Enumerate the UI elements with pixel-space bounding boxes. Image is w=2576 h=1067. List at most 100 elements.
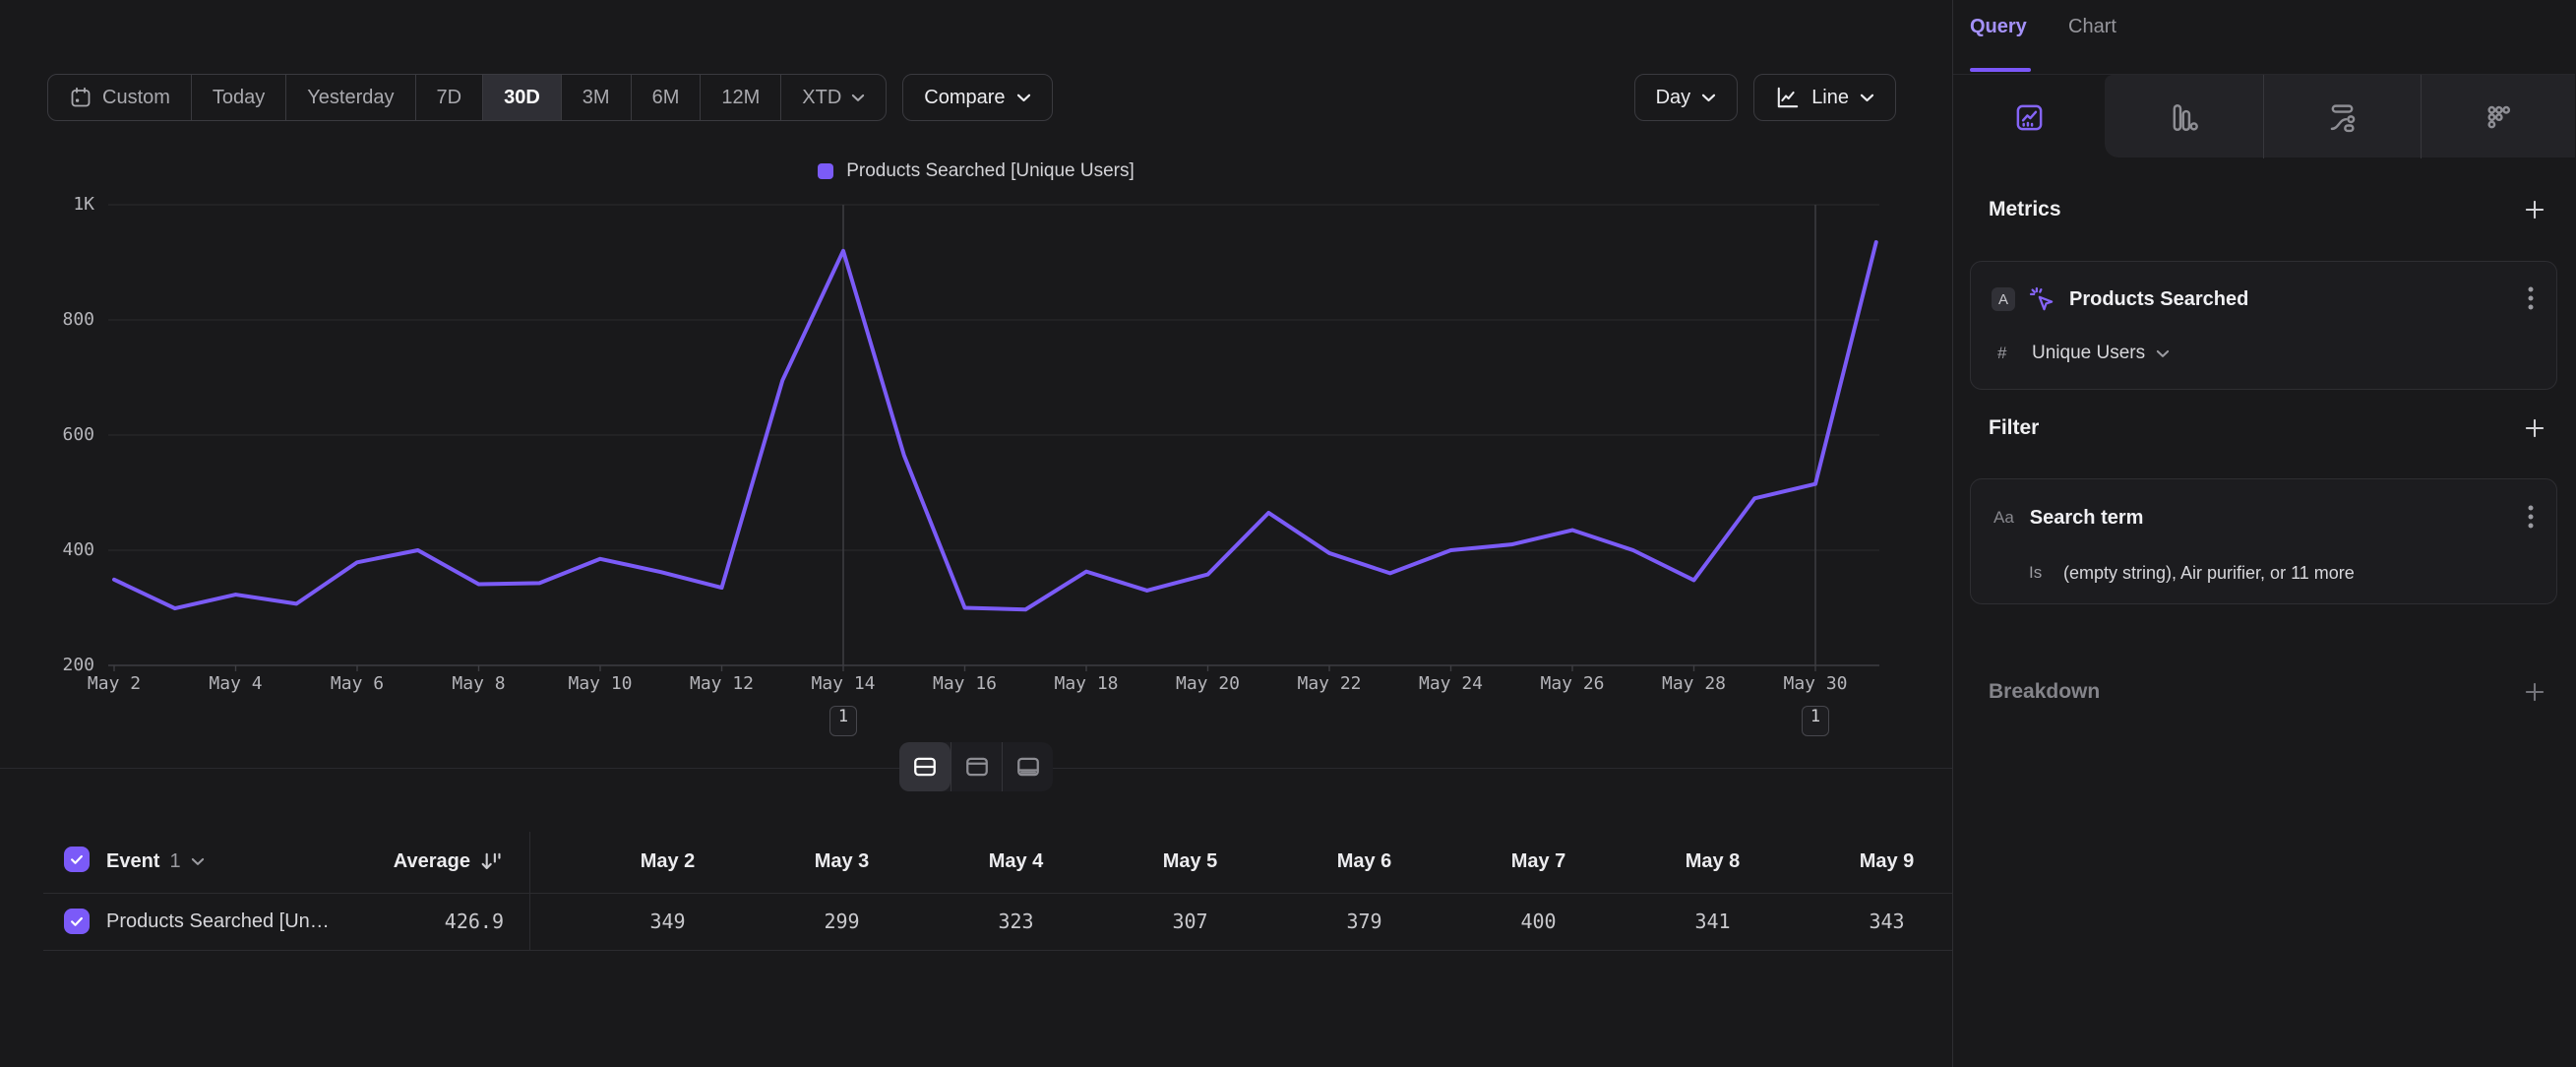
layout-split-view-button[interactable] <box>899 742 951 791</box>
x-axis-label: May 28 <box>1645 673 1744 694</box>
tab-query[interactable]: Query <box>1970 16 2027 38</box>
main-content: CustomTodayYesterday7D30D3M6M12MXTD Comp… <box>0 0 1952 1067</box>
range-30d-button[interactable]: 30D <box>482 75 561 120</box>
cell-value: 299 <box>824 910 859 933</box>
layout-chart-view-button[interactable] <box>951 742 1002 791</box>
tab-query-label: Query <box>1970 16 2027 37</box>
row-average-cell: 426.9 <box>236 893 504 950</box>
strip-divider <box>2421 75 2422 158</box>
cell-value: 307 <box>1172 910 1207 933</box>
metric-options-button[interactable] <box>2523 281 2539 318</box>
metric-aggregation-dropdown[interactable]: # Unique Users <box>1997 341 2170 366</box>
flows-icon <box>2327 102 2358 133</box>
annotation-badge[interactable]: 1 <box>829 706 857 736</box>
x-axis-label: May 18 <box>1037 673 1135 694</box>
line-chart-icon <box>1775 85 1801 110</box>
plus-icon <box>2522 679 2547 705</box>
chevron-down-icon <box>1701 94 1716 102</box>
toolbar: CustomTodayYesterday7D30D3M6M12MXTD Comp… <box>47 74 1896 121</box>
cell-value: 349 <box>649 910 685 933</box>
tab-chart[interactable]: Chart <box>2068 16 2116 38</box>
split-view-icon <box>912 754 938 780</box>
range-6m-button[interactable]: 6M <box>631 75 701 120</box>
date-column-header: May 8 <box>1686 850 1741 873</box>
report-type-funnels-button[interactable] <box>2153 87 2214 148</box>
y-axis-label: 200 <box>14 655 94 675</box>
annotation-badge[interactable]: 1 <box>1802 706 1829 736</box>
range-3m-button[interactable]: 3M <box>561 75 631 120</box>
tab-chart-label: Chart <box>2068 16 2116 37</box>
text-property-type-badge: Aa <box>1993 508 2014 528</box>
legend-label: Products Searched [Unique Users] <box>846 160 1135 182</box>
insights-line-chart-icon <box>2014 102 2045 133</box>
range-today-button[interactable]: Today <box>191 75 285 120</box>
filter-card[interactable]: Aa Search term Is (empty string), Air pu… <box>1970 478 2557 604</box>
sort-descending-icon <box>479 849 504 874</box>
kebab-menu-icon <box>2527 503 2535 533</box>
cell-value: 343 <box>1869 910 1904 933</box>
average-column-header[interactable]: Average <box>236 830 504 893</box>
query-panel: Query Chart Metrics <box>1952 0 2575 1067</box>
table-header-row: Event 1 Average May 2May 3May 4May 5May … <box>0 830 1952 893</box>
chevron-down-icon <box>851 94 865 102</box>
cell-value: 341 <box>1694 910 1730 933</box>
range-yesterday-button[interactable]: Yesterday <box>285 75 414 120</box>
report-type-flows-button[interactable] <box>2311 87 2372 148</box>
report-type-selector <box>1953 74 2575 157</box>
aggregation-prefix: # <box>1997 344 2021 363</box>
check-icon <box>68 850 86 868</box>
add-filter-button[interactable] <box>2522 415 2547 441</box>
x-axis-label: May 24 <box>1402 673 1501 694</box>
y-axis-label: 800 <box>14 309 94 330</box>
row-checkbox[interactable] <box>64 909 90 934</box>
filter-section-header: Filter <box>1989 413 2547 443</box>
x-axis-label: May 8 <box>430 673 528 694</box>
chart-view-icon <box>964 754 990 780</box>
y-axis-label: 400 <box>14 539 94 560</box>
x-axis-label: May 16 <box>916 673 1014 694</box>
report-type-retention-button[interactable] <box>2468 87 2529 148</box>
date-column-headers: May 2May 3May 4May 5May 6May 7May 8May 9 <box>581 830 1974 893</box>
report-type-insights-button[interactable] <box>1998 87 2059 148</box>
compare-button[interactable]: Compare <box>902 74 1052 121</box>
chart-legend[interactable]: Products Searched [Unique Users] <box>0 160 1952 182</box>
metrics-title: Metrics <box>1989 198 2061 221</box>
table-row: Products Searched [Un… 426.9 34929932330… <box>0 893 1952 950</box>
check-icon <box>68 912 86 930</box>
select-all-checkbox[interactable] <box>64 847 90 872</box>
chevron-down-icon <box>1860 94 1874 102</box>
metric-letter-badge: A <box>1992 287 2015 311</box>
range-12m-button[interactable]: 12M <box>700 75 780 120</box>
date-column-header: May 3 <box>815 850 870 873</box>
x-axis-label: May 30 <box>1766 673 1865 694</box>
granularity-label: Day <box>1656 87 1691 109</box>
event-cursor-click-icon <box>2029 286 2055 313</box>
row-value-cells: 349299323307379400341343 <box>581 893 1974 950</box>
row-average-value: 426.9 <box>445 910 504 933</box>
filter-options-button[interactable] <box>2523 499 2539 536</box>
app-root: CustomTodayYesterday7D30D3M6M12MXTD Comp… <box>0 0 2576 1067</box>
x-axis-label: May 2 <box>65 673 163 694</box>
range-xtd-button[interactable]: XTD <box>780 75 886 120</box>
metric-event-row: A Products Searched <box>1992 283 2539 315</box>
add-breakdown-button[interactable] <box>2522 679 2547 705</box>
breakdown-section-header: Breakdown <box>1989 677 2547 707</box>
filter-condition-row[interactable]: Is (empty string), Air purifier, or 11 m… <box>2029 560 2355 586</box>
range-custom-button[interactable]: Custom <box>48 75 191 120</box>
x-axis-label: May 12 <box>673 673 771 694</box>
x-axis-label: May 4 <box>187 673 285 694</box>
funnels-bars-icon <box>2169 102 2199 133</box>
table-row-divider <box>43 950 1952 951</box>
granularity-button[interactable]: Day <box>1634 74 1739 121</box>
x-axis-label: May 10 <box>551 673 649 694</box>
date-column-header: May 5 <box>1163 850 1218 873</box>
chevron-down-icon <box>191 857 205 866</box>
y-axis-label: 1K <box>14 194 94 215</box>
event-column-header[interactable]: Event 1 <box>106 830 205 893</box>
range-7d-button[interactable]: 7D <box>415 75 483 120</box>
layout-table-view-button[interactable] <box>1002 742 1053 791</box>
chart-canvas[interactable] <box>108 205 1879 665</box>
metric-card[interactable]: A Products Searched # Unique Users <box>1970 261 2557 390</box>
add-metric-button[interactable] <box>2522 197 2547 222</box>
chart-type-button[interactable]: Line <box>1753 74 1896 121</box>
